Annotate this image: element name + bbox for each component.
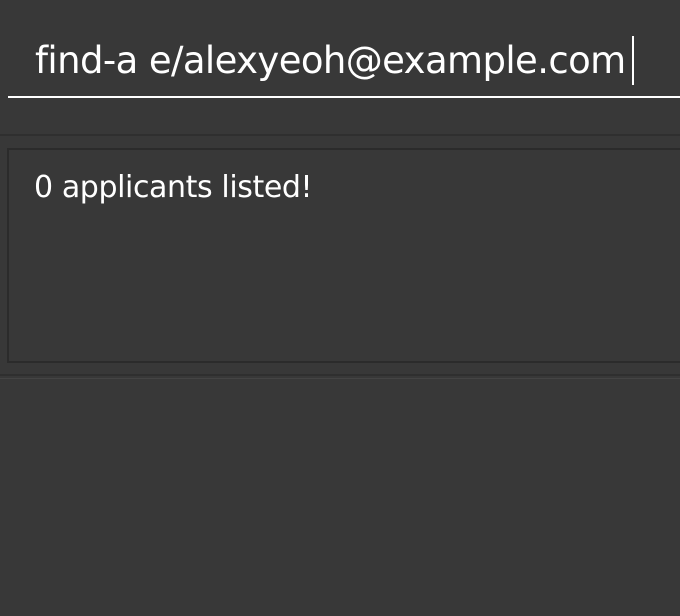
separator-divider bbox=[0, 134, 680, 136]
app-window: find-a e/alexyeoh@example.com 0 applican… bbox=[0, 0, 680, 616]
command-box[interactable]: find-a e/alexyeoh@example.com bbox=[8, 0, 680, 98]
result-message: 0 applicants listed! bbox=[34, 170, 313, 205]
command-input-text: find-a e/alexyeoh@example.com bbox=[35, 39, 626, 82]
result-display-panel: 0 applicants listed! bbox=[7, 148, 680, 363]
command-input[interactable]: find-a e/alexyeoh@example.com bbox=[35, 36, 634, 85]
text-caret bbox=[631, 36, 634, 85]
applicant-list-panel bbox=[0, 380, 680, 616]
separator-divider-highlight bbox=[0, 378, 680, 379]
separator-divider bbox=[0, 374, 680, 376]
